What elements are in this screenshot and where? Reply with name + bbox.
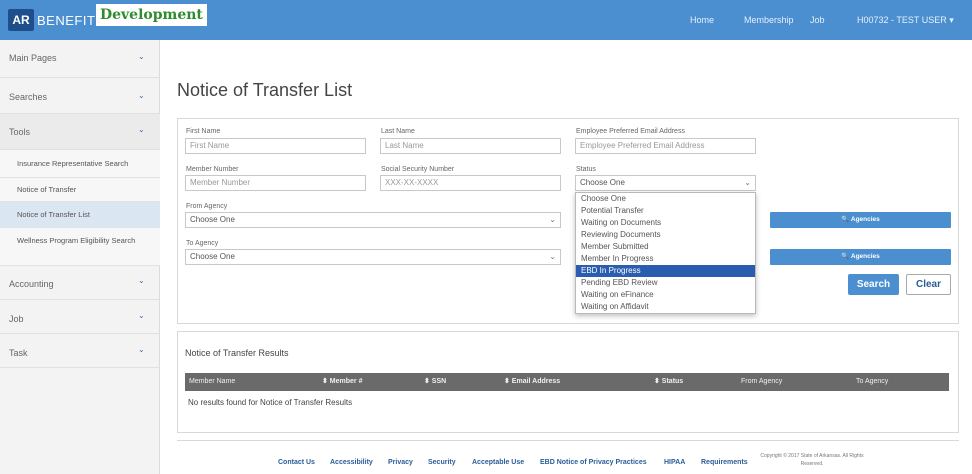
sidebar-item-label: Main Pages: [9, 53, 57, 63]
status-option-highlighted[interactable]: EBD In Progress: [576, 265, 755, 277]
sidebar-item-searches[interactable]: Searches ⌄: [0, 78, 160, 114]
page-title: Notice of Transfer List: [177, 80, 353, 100]
nav-membership[interactable]: Membership: [744, 0, 794, 40]
nav-job[interactable]: Job: [810, 0, 825, 40]
status-dropdown-list: Choose One Potential Transfer Waiting on…: [575, 192, 756, 314]
email-label: Employee Preferred Email Address: [576, 128, 685, 135]
footer-link-hipaa[interactable]: HIPAA: [664, 459, 685, 466]
from-agency-label: From Agency: [186, 203, 228, 210]
chevron-down-icon: ⌄: [138, 91, 145, 100]
from-agency-value: Choose One: [190, 215, 235, 224]
sidebar-item-accounting[interactable]: Accounting ⌄: [0, 266, 160, 300]
clear-button[interactable]: Clear: [906, 274, 951, 295]
search-button[interactable]: Search: [848, 274, 899, 295]
chevron-down-icon: ⌄: [138, 345, 145, 354]
sidebar-item-task[interactable]: Task ⌄: [0, 334, 160, 368]
ssn-input[interactable]: XXX-XX-XXXX: [380, 175, 561, 191]
status-label: Status: [576, 166, 596, 173]
column-to-agency[interactable]: To Agency: [856, 373, 888, 391]
footer-link-accessibility[interactable]: Accessibility: [330, 459, 373, 466]
sidebar-item-tools[interactable]: Tools ⌄: [0, 114, 160, 150]
nav-home[interactable]: Home: [690, 0, 714, 40]
results-table-header: Member Name ⬍ Member # ⬍ SSN ⬍ Email Add…: [185, 373, 949, 391]
column-ssn[interactable]: ⬍ SSN: [424, 373, 446, 391]
first-name-input[interactable]: First Name: [185, 138, 366, 154]
status-option[interactable]: Waiting on Affidavit: [576, 301, 755, 313]
status-option[interactable]: Reviewing Documents: [576, 229, 755, 241]
sidebar-subitem-notice-of-transfer-list[interactable]: Notice of Transfer List: [0, 202, 160, 228]
status-option[interactable]: Member Submitted: [576, 241, 755, 253]
status-option[interactable]: Potential Transfer: [576, 205, 755, 217]
chevron-down-icon: ⌄: [138, 52, 145, 61]
chevron-down-icon: ⌄: [138, 311, 145, 320]
footer-link-security[interactable]: Security: [428, 459, 456, 466]
status-option[interactable]: Waiting on Documents: [576, 217, 755, 229]
column-member-name[interactable]: Member Name: [189, 373, 235, 391]
chevron-down-icon: ⌄: [138, 125, 145, 134]
last-name-input[interactable]: Last Name: [380, 138, 561, 154]
status-option[interactable]: Waiting on eFinance: [576, 289, 755, 301]
status-select[interactable]: Choose One ⌄: [575, 175, 756, 191]
logo-benefits-text: BENEFITS: [37, 12, 105, 28]
column-status[interactable]: ⬍ Status: [654, 373, 683, 391]
footer-link-acceptable-use[interactable]: Acceptable Use: [472, 459, 524, 466]
sidebar-item-job[interactable]: Job ⌄: [0, 300, 160, 334]
results-title: Notice of Transfer Results: [185, 348, 289, 358]
last-name-label: Last Name: [381, 128, 415, 135]
status-select-value: Choose One: [580, 178, 625, 187]
chevron-down-icon: ⌄: [549, 215, 556, 224]
footer-link-contact-us[interactable]: Contact Us: [278, 459, 315, 466]
sidebar-item-label: Accounting: [9, 279, 54, 289]
footer-divider: [177, 440, 959, 441]
sidebar-item-label: Tools: [9, 127, 31, 137]
ar-logo-mark: AR: [8, 9, 34, 31]
app-logo[interactable]: AR BENEFITS: [8, 6, 105, 34]
member-number-label: Member Number: [186, 166, 239, 173]
column-from-agency[interactable]: From Agency: [741, 373, 782, 391]
to-agency-label: To Agency: [186, 240, 219, 247]
ssn-label: Social Security Number: [381, 166, 455, 173]
footer-link-privacy-practices[interactable]: EBD Notice of Privacy Practices: [540, 459, 647, 466]
email-input[interactable]: Employee Preferred Email Address: [575, 138, 756, 154]
chevron-down-icon: ⌄: [744, 178, 751, 187]
empty-results-text: No results found for Notice of Transfer …: [188, 398, 353, 407]
environment-badge: Development: [96, 4, 207, 26]
status-option[interactable]: Member In Progress: [576, 253, 755, 265]
chevron-down-icon: ⌄: [138, 276, 145, 285]
to-agency-select[interactable]: Choose One ⌄: [185, 249, 561, 265]
top-navbar: AR BENEFITS Development Home Membership …: [0, 0, 972, 40]
nav-user-menu[interactable]: H00732 - TEST USER ▾: [857, 0, 954, 40]
sidebar-item-main-pages[interactable]: Main Pages ⌄: [0, 40, 160, 78]
sidebar-item-label: Job: [9, 314, 24, 324]
footer-link-requirements[interactable]: Requirements: [701, 459, 748, 466]
sidebar-item-label: Searches: [9, 92, 48, 102]
to-agency-value: Choose One: [190, 252, 235, 261]
first-name-label: First Name: [186, 128, 221, 135]
copyright-text: Copyright © 2017 State of Arkansas. All …: [760, 453, 864, 467]
member-number-input[interactable]: Member Number: [185, 175, 366, 191]
sidebar-subitem-notice-of-transfer[interactable]: Notice of Transfer: [0, 178, 160, 202]
status-option[interactable]: Pending EBD Review: [576, 277, 755, 289]
from-agency-select[interactable]: Choose One ⌄: [185, 212, 561, 228]
to-agencies-button[interactable]: 🔍 Agencies: [770, 249, 951, 265]
footer-link-privacy[interactable]: Privacy: [388, 459, 413, 466]
sidebar-item-label: Task: [9, 348, 28, 358]
status-option[interactable]: Choose One: [576, 193, 755, 205]
sidebar-subitem-wellness-program-search[interactable]: Wellness Program Eligibility Search: [0, 228, 160, 266]
column-member-number[interactable]: ⬍ Member #: [322, 373, 363, 391]
column-email-address[interactable]: ⬍ Email Address: [504, 373, 560, 391]
from-agencies-button[interactable]: 🔍 Agencies: [770, 212, 951, 228]
sidebar: Main Pages ⌄ Searches ⌄ Tools ⌄ Insuranc…: [0, 40, 160, 474]
chevron-down-icon: ⌄: [549, 252, 556, 261]
sidebar-subitem-insurance-rep-search[interactable]: Insurance Representative Search: [0, 150, 160, 178]
